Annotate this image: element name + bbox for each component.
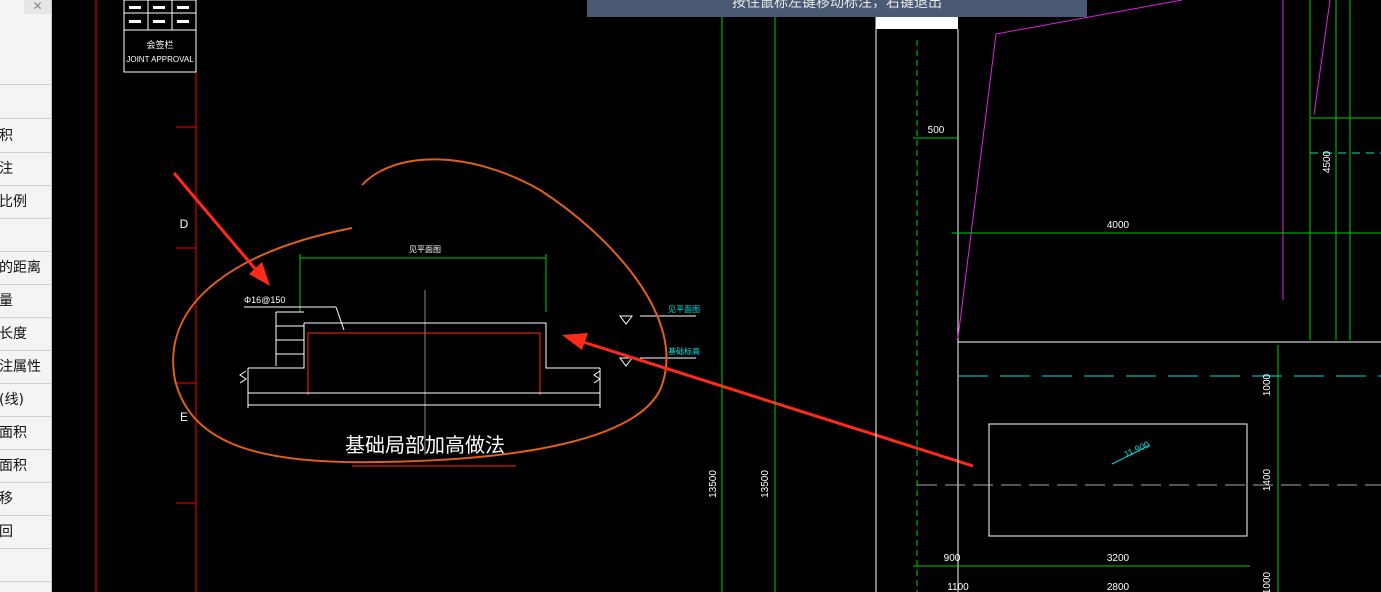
sidebar-item-move[interactable]: 移 (0, 483, 51, 516)
dim-4000: 4000 (1107, 220, 1130, 231)
dim-13500-b: 13500 (760, 470, 771, 498)
elevation-label: 11.900 (1122, 439, 1151, 459)
level-label-bottom: 基础标高 (668, 346, 700, 356)
title-block-stamp-icon (129, 6, 189, 23)
sidebar-item-label: 量 (0, 293, 13, 309)
sidebar-item-label: 面积 (0, 425, 27, 441)
command-prompt-bar: 按住鼠标左键移动标注，右键退出 (587, 0, 1087, 17)
rebar-label: Φ16@150 (244, 295, 285, 305)
sidebar-item-blank[interactable] (0, 52, 51, 85)
dim-900: 900 (944, 553, 961, 564)
dim-1100: 1100 (947, 582, 969, 592)
sidebar-item-annotate[interactable]: 注 (0, 153, 51, 186)
joint-approval-cn: 会签栏 (146, 39, 173, 50)
title-block: 会签栏 JOINT APPROVAL (123, 0, 197, 73)
dim-1000-top: 1000 (1262, 373, 1273, 396)
sidebar-item-label: 注属性 (0, 359, 41, 375)
sidebar-item-label: 回 (0, 524, 13, 540)
sidebar-item-label: 移 (0, 491, 13, 507)
sidebar-item-empty[interactable] (0, 219, 51, 252)
grid-label-d: D (180, 217, 189, 231)
dim-1000-bottom: 1000 (1262, 571, 1273, 592)
sidebar-item-quantity[interactable]: 量 (0, 285, 51, 318)
red-arrow-right (562, 333, 974, 468)
dim-4500: 4500 (1322, 150, 1333, 173)
joint-approval-en: JOINT APPROVAL (126, 55, 194, 64)
sidebar-item-annotation-props[interactable]: 注属性 (0, 351, 51, 384)
sidebar-item-area[interactable]: 积 (0, 120, 51, 153)
command-prompt-text: 按住鼠标左键移动标注，右键退出 (732, 0, 942, 11)
left-tool-panel: ✕ 积 注 比例 的距离 量 长度 注属性 (线) 面积 面积 移 回 (0, 0, 52, 592)
sidebar-item-label: 比例 (0, 194, 27, 210)
sidebar-item-distance[interactable]: 的距离 (0, 252, 51, 285)
sidebar-item-label: (线) (0, 392, 24, 408)
sidebar-item-length[interactable]: 长度 (0, 318, 51, 351)
sidebar-item-back[interactable]: 回 (0, 516, 51, 549)
sheet-border (95, 0, 197, 592)
sidebar-item-face-area-2[interactable]: 面积 (0, 450, 51, 483)
sidebar-item-label: 积 (0, 128, 13, 144)
sidebar-item-blank-3[interactable] (0, 549, 51, 582)
panel-close-button[interactable]: ✕ (24, 0, 51, 14)
sidebar-item-blank-2[interactable] (0, 86, 51, 119)
detail-title: 基础局部加高做法 (345, 434, 505, 457)
dim-1400: 1400 (1262, 468, 1273, 491)
foundation-detail: 见平面图 Φ16@150 见平面图 基础标高 基础局部加高做法 (239, 245, 700, 467)
sidebar-item-face-area[interactable]: 面积 (0, 417, 51, 450)
cad-drawing-canvas[interactable]: 会签栏 JOINT APPROVAL D E 见平面图 Φ16@150 见平面图… (51, 0, 1381, 592)
sidebar-item-label: 长度 (0, 326, 27, 342)
plan-lines: 13500 13500 500 4500 4000 1000 1400 11.9… (708, 0, 1381, 592)
dim-2800: 2800 (1107, 582, 1130, 592)
sidebar-item-label: 的距离 (0, 260, 41, 276)
sidebar-item-line[interactable]: (线) (0, 384, 51, 417)
sidebar-item-label: 面积 (0, 458, 27, 474)
red-arrow-left (172, 172, 270, 286)
level-label-top: 见平面图 (668, 305, 700, 314)
detail-top-label: 见平面图 (409, 245, 441, 254)
dim-13500-a: 13500 (708, 470, 719, 498)
sidebar-item-scale[interactable]: 比例 (0, 186, 51, 219)
grid-label-e: E (180, 410, 188, 424)
sidebar-item-label: 注 (0, 161, 13, 177)
dim-500: 500 (928, 125, 945, 136)
markup-circle (172, 158, 668, 464)
dim-3200: 3200 (1107, 553, 1130, 564)
